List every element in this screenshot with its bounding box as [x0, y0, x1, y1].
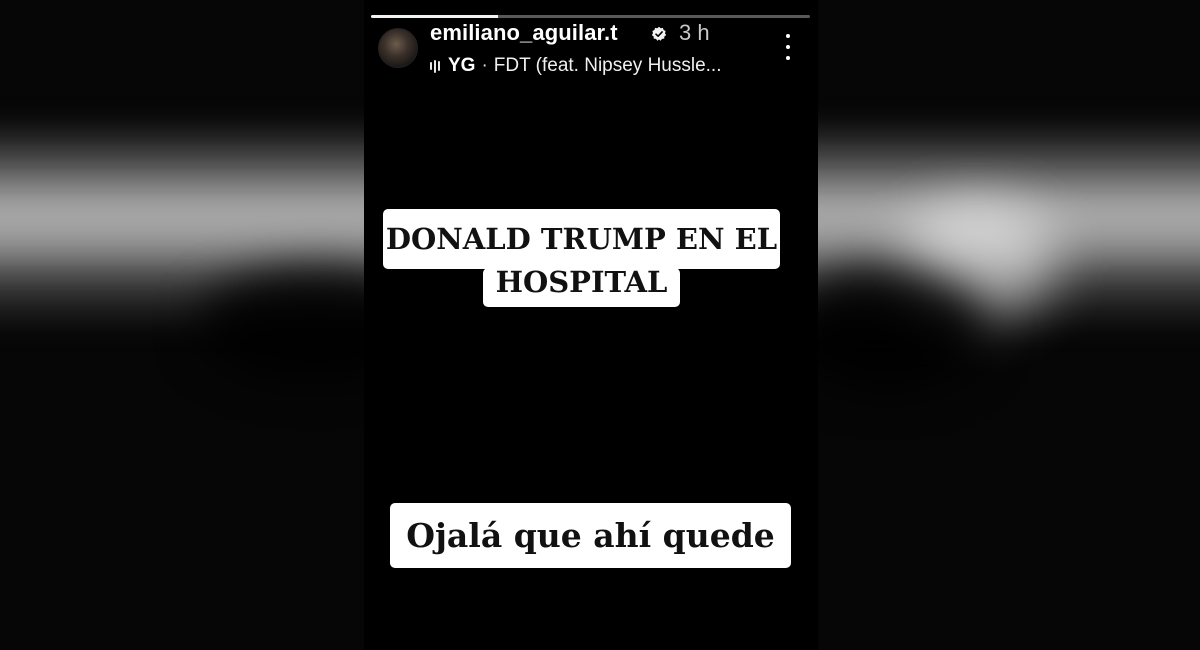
headline-line-2: HOSPITAL [483, 268, 680, 307]
screenshot-stage: emiliano_aguilar.t 3 h YG · FDT (feat. N… [0, 0, 1200, 650]
music-artist: YG [448, 55, 476, 76]
post-time: 3 h [679, 20, 710, 45]
more-vertical-icon[interactable] [782, 34, 794, 60]
avatar[interactable] [378, 28, 418, 68]
reply-text: Ojalá que ahí quede [390, 503, 791, 568]
story-progress-fill [371, 15, 499, 18]
music-attribution[interactable]: YG · FDT (feat. Nipsey Hussle... [430, 55, 722, 77]
music-track: FDT (feat. Nipsey Hussle... [493, 55, 722, 76]
verified-badge-icon [651, 26, 667, 41]
audio-bars-icon [430, 59, 440, 73]
headline-line-1: DONALD TRUMP EN EL [383, 209, 780, 269]
username[interactable]: emiliano_aguilar.t [430, 20, 618, 46]
blurred-background-right [818, 0, 1200, 650]
blurred-background-left [0, 0, 364, 650]
music-separator: · [481, 55, 488, 76]
story-progress-bar [371, 15, 810, 18]
story-viewer[interactable]: emiliano_aguilar.t 3 h YG · FDT (feat. N… [364, 0, 818, 650]
